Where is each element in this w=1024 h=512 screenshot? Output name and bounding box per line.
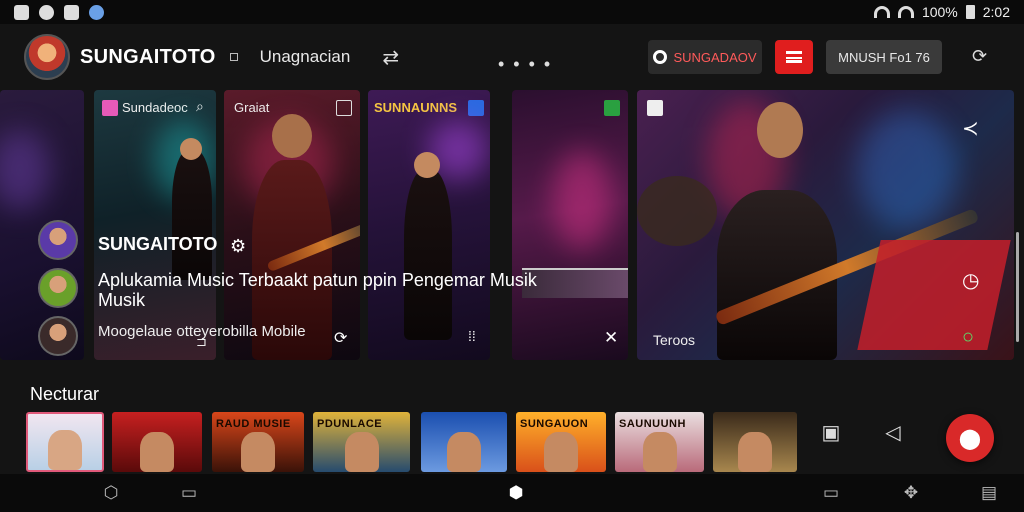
more-dots-icon[interactable]: • • • • xyxy=(498,54,552,75)
menu-button[interactable] xyxy=(775,40,813,74)
badge-icon xyxy=(647,100,663,116)
section-label: Necturar xyxy=(30,384,100,404)
browser-icon xyxy=(89,4,104,20)
hero-card[interactable]: Sundadeoc ⌕ xyxy=(94,90,216,360)
square-icon xyxy=(229,53,238,61)
hero-carousel[interactable]: Sundadeoc ⌕ Graiat SUNNAUNNS ✕ Teroos ≺ … xyxy=(0,90,1024,360)
status-ring-icon[interactable]: ○ xyxy=(962,326,974,349)
sungadaov-label: SUNGADAOV xyxy=(673,49,757,65)
featured-thumb[interactable]: SAUNUUNH xyxy=(615,412,704,472)
list-icon[interactable]: ⁞⁞ xyxy=(468,328,476,344)
thumb-image xyxy=(738,432,772,472)
clipboard-icon[interactable]: ▤ xyxy=(978,483,1000,503)
overlay-title: SUNGAITOTO xyxy=(98,234,218,254)
thumb-image xyxy=(241,432,275,472)
avatar[interactable] xyxy=(38,268,78,308)
puzzle-icon[interactable]: ✥ xyxy=(900,483,922,503)
thumb-image xyxy=(140,432,174,472)
thumb-image xyxy=(544,432,578,472)
thumb-image xyxy=(48,430,82,470)
badge-icon xyxy=(336,100,352,116)
featured-thumb[interactable]: RAUD MUSIE xyxy=(212,412,304,472)
target-icon xyxy=(653,50,668,64)
refresh-icon[interactable]: ⟳ xyxy=(334,328,347,348)
thumb-label: SAUNUUNH xyxy=(619,418,686,430)
gallery-icon xyxy=(14,4,29,20)
mnush-label: MNUSH Fo1 76 xyxy=(838,49,930,65)
thumb-label: RAUD MUSIE xyxy=(216,418,291,430)
featured-list: RAUD MUSIE PDUNLACE SUNGAUON SAUNUUNH xyxy=(0,412,1024,472)
thumb-image xyxy=(344,432,379,472)
megaphone-icon[interactable]: ◁ xyxy=(876,415,910,449)
thumb-label: PDUNLACE xyxy=(317,418,383,430)
featured-thumb[interactable]: PDUNLACE xyxy=(313,412,410,472)
thumb-image xyxy=(447,432,481,472)
gear-icon[interactable]: ⚙ xyxy=(230,236,246,257)
header-subtitle[interactable]: Unagnacian xyxy=(260,47,351,67)
mnush-button[interactable]: MNUSH Fo1 76 xyxy=(826,40,942,74)
timer-icon[interactable]: ◷ xyxy=(962,268,979,293)
wifi-icon xyxy=(873,6,890,18)
featured-thumb[interactable] xyxy=(421,412,507,472)
card-title: SUNNAUNNS xyxy=(374,100,458,115)
scrollbar[interactable] xyxy=(1016,232,1019,342)
more-icon[interactable]: ⊐ xyxy=(196,334,207,350)
search-icon[interactable]: ⌕ xyxy=(196,98,204,115)
settings-icon xyxy=(39,4,54,20)
hero-card[interactable]: ✕ xyxy=(512,90,628,360)
shuffle-icon[interactable]: ⇄ xyxy=(382,45,399,70)
card-title: Sundadeoc xyxy=(122,100,188,115)
app-header: SUNGAITOTO Unagnacian ⇄ • • • • SUNGADAO… xyxy=(0,24,1024,90)
hero-card[interactable]: SUNNAUNNS xyxy=(368,90,490,360)
featured-thumb[interactable]: SUNGAUON xyxy=(516,412,606,472)
clock: 2:02 xyxy=(982,4,1010,20)
badge-icon xyxy=(604,100,620,116)
list-icon xyxy=(786,51,802,63)
card-title: Graiat xyxy=(234,100,270,115)
home-outline-icon[interactable]: ⬡ xyxy=(100,483,122,503)
location-pin-icon[interactable]: ⬤ xyxy=(946,414,994,462)
featured-thumb[interactable] xyxy=(112,412,202,472)
participant-list xyxy=(38,220,80,364)
card-footer: Teroos xyxy=(653,332,696,348)
playlist-icon[interactable]: ▣ xyxy=(814,415,848,449)
hero-card[interactable]: Graiat xyxy=(224,90,360,360)
profile-avatar[interactable] xyxy=(24,34,70,80)
home-icon[interactable]: ⬢ xyxy=(505,483,527,503)
share-icon[interactable]: ≺ xyxy=(962,116,979,141)
badge-icon xyxy=(468,100,484,116)
thumb-image xyxy=(642,432,677,472)
battery-percent: 100% xyxy=(921,4,958,20)
overlay-description: Aplukamia Music Terbaakt patun ppin Peng… xyxy=(98,270,537,310)
refresh-icon[interactable]: ⟳ xyxy=(972,46,987,67)
avatar[interactable] xyxy=(38,220,78,260)
music-app-icon xyxy=(102,100,118,116)
sungadaov-button[interactable]: SUNGADAOV xyxy=(648,40,762,74)
close-icon[interactable]: ✕ xyxy=(604,328,618,348)
featured-thumb[interactable] xyxy=(713,412,797,472)
avatar[interactable] xyxy=(38,316,78,356)
shield-icon xyxy=(64,4,79,20)
window-icon[interactable]: ▭ xyxy=(178,483,200,503)
thumb-label: SUNGAUON xyxy=(520,418,589,430)
status-bar: 100% 2:02 xyxy=(0,0,1024,24)
featured-thumb[interactable] xyxy=(26,412,104,472)
recents-icon[interactable]: ▭ xyxy=(820,483,842,503)
system-nav-bar: ⬡ ▭ ⬢ ▭ ✥ ▤ xyxy=(0,474,1024,512)
battery-icon xyxy=(965,5,975,19)
hero-card-featured[interactable]: Teroos xyxy=(637,90,1014,360)
app-brand: SUNGAITOTO xyxy=(80,45,216,68)
signal-icon xyxy=(897,6,914,18)
